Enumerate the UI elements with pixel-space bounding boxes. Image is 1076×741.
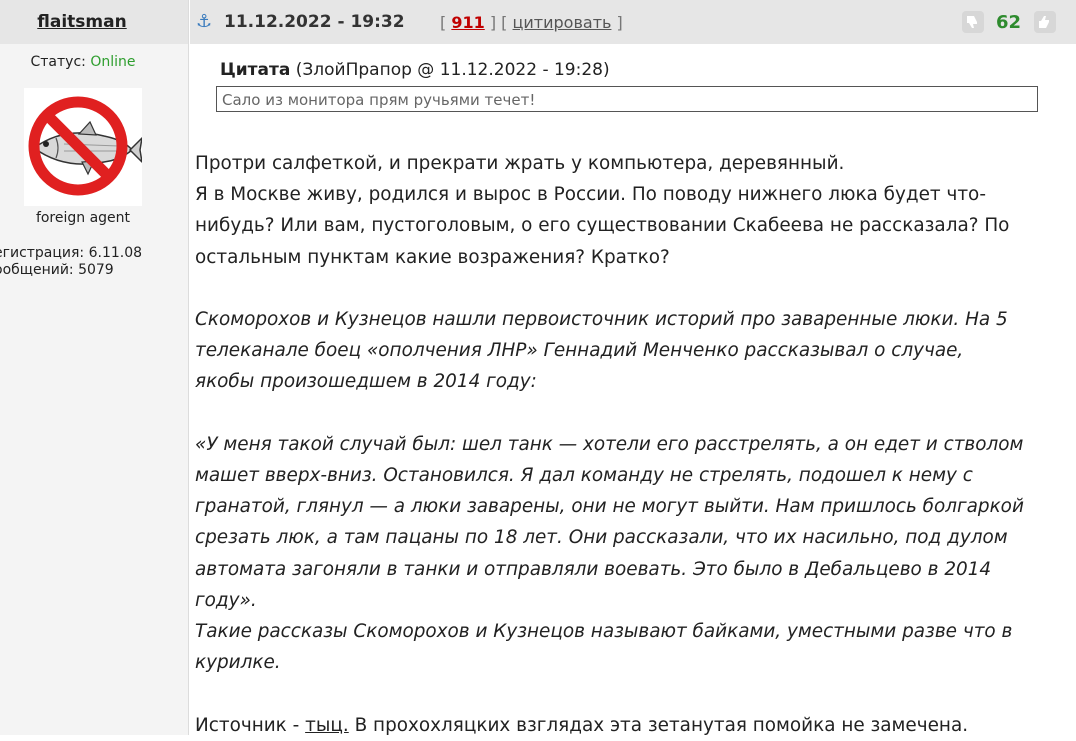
post-score: 62 bbox=[996, 12, 1022, 33]
body-line: курилке. bbox=[195, 652, 281, 674]
post-date: 11.12.2022 - 19:32 bbox=[224, 12, 405, 32]
body-line: машет вверх-вниз. Остановился. Я дал ком… bbox=[195, 465, 973, 486]
body-line: нибудь? Или вам, пустоголовым, о его сущ… bbox=[195, 215, 1010, 237]
body-line: якобы произошедшем в 2014 году: bbox=[195, 371, 537, 393]
bracket: [ bbox=[440, 13, 447, 32]
quote-header: Цитата (ЗлойПрапор @ 11.12.2022 - 19:28) bbox=[220, 60, 610, 80]
body-line: Я в Москве живу, родился и вырос в Росси… bbox=[195, 184, 986, 206]
body-line: телеканале боец «ополчения ЛНР» Геннадий… bbox=[195, 340, 964, 362]
body-line: Протри салфеткой, и прекрати жрать у ком… bbox=[195, 153, 845, 174]
quote-label: Цитата bbox=[220, 60, 291, 80]
username-link[interactable]: flaitsman bbox=[37, 12, 126, 32]
registration-date: егистрация: 6.11.08 bbox=[0, 245, 143, 261]
source-link[interactable]: тыц. bbox=[305, 715, 349, 736]
body-line: году». bbox=[195, 589, 257, 611]
user-title: foreign agent bbox=[35, 210, 131, 226]
body-line: «У меня такой случай был: шел танк — хот… bbox=[195, 433, 1024, 455]
body-line: остальным пунктам какие возражения? Крат… bbox=[195, 246, 670, 268]
bracket: ] [ bbox=[489, 13, 508, 32]
body-line: автомата загоняли в танки и отправляли в… bbox=[195, 558, 992, 580]
post-links: [ 911 ] [ цитировать ] bbox=[440, 13, 623, 32]
status-label: Статус: bbox=[30, 54, 86, 70]
thumb-up-icon[interactable] bbox=[1034, 11, 1056, 33]
anchor-icon[interactable]: ⚓ bbox=[196, 11, 212, 32]
thumb-down-icon[interactable] bbox=[962, 11, 984, 33]
bracket: ] bbox=[616, 13, 623, 32]
source-line: Источник - тыц. В прохохляцких взглядах … bbox=[195, 710, 1065, 741]
source-suffix: В прохохляцких взглядах эта зетанутая по… bbox=[348, 714, 969, 736]
user-meta: егистрация: 6.11.08 ообщений: 5079 bbox=[0, 245, 142, 279]
username-bar: flaitsman bbox=[0, 0, 188, 44]
user-panel: flaitsman Статус: Online foreign agent е… bbox=[0, 0, 189, 735]
status-online: Online bbox=[90, 54, 136, 70]
avatar bbox=[24, 88, 144, 206]
message-count: ообщений: 5079 bbox=[0, 262, 114, 278]
no-fish-icon bbox=[28, 96, 144, 196]
body-line: Такие рассказы Скоморохов и Кузнецов наз… bbox=[195, 621, 1013, 643]
body-line: Скоморохов и Кузнецов нашли первоисточни… bbox=[195, 309, 1008, 330]
source-prefix: Источник - bbox=[195, 714, 306, 736]
user-status: Статус: Online bbox=[0, 54, 166, 70]
body-line: срезать люк, а там пацаны по 18 лет. Они… bbox=[195, 527, 1008, 549]
quote-source: (ЗлойПрапор @ 11.12.2022 - 19:28) bbox=[295, 60, 610, 80]
post-body: Протри салфеткой, и прекрати жрать у ком… bbox=[195, 148, 1065, 741]
post-number-link[interactable]: 911 bbox=[451, 13, 484, 32]
quote-box: Сало из монитора прям ручьями течет! bbox=[216, 86, 1038, 112]
cite-button[interactable]: цитировать bbox=[513, 13, 612, 32]
body-line: гранатой, глянул — а люки заварены, они … bbox=[195, 496, 1024, 518]
